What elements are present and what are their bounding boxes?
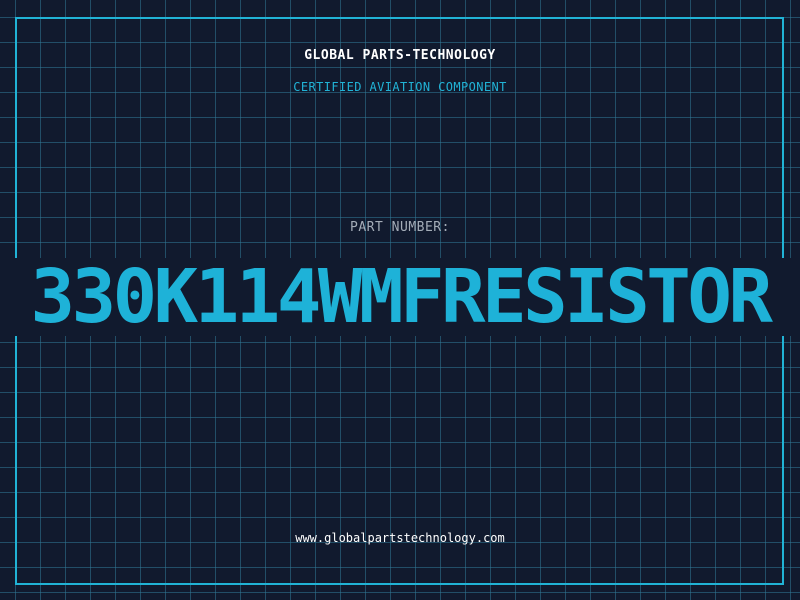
certification-tagline: CERTIFIED AVIATION COMPONENT: [293, 80, 507, 94]
website-link[interactable]: www.globalpartstechnology.com: [0, 531, 800, 545]
part-number-label: PART NUMBER:: [350, 220, 450, 235]
company-name: GLOBAL PARTS-TECHNOLOGY: [304, 48, 496, 63]
part-number-value: 330K114WMFRESISTOR: [30, 254, 773, 340]
part-card: GLOBAL PARTS-TECHNOLOGY CERTIFIED AVIATI…: [0, 0, 800, 600]
